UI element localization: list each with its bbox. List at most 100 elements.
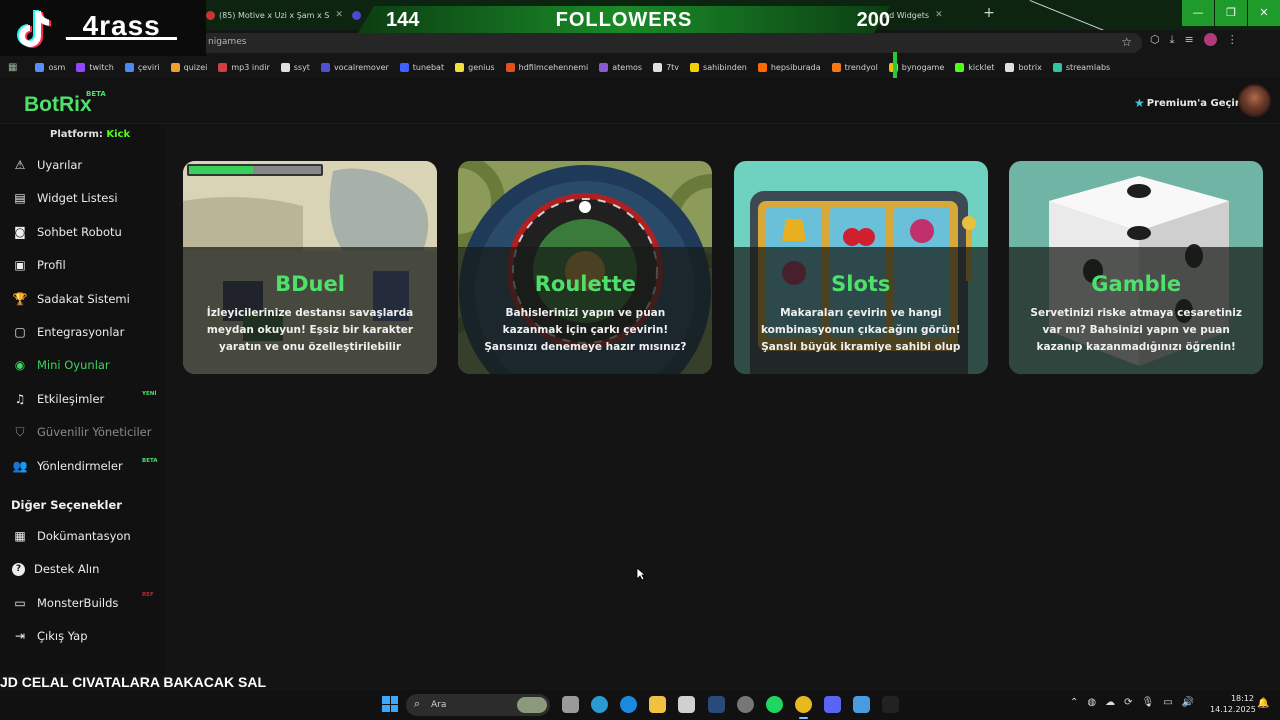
taskbar-search[interactable]: ⌕ Ara bbox=[406, 694, 550, 716]
sidebar-item[interactable]: 👥 Yönlendirmeler bbox=[12, 459, 123, 473]
user-avatar[interactable] bbox=[1238, 84, 1271, 117]
maximize-button[interactable]: ❐ bbox=[1215, 0, 1247, 26]
system-clock[interactable]: 18:12 14.12.2025 bbox=[1210, 693, 1256, 715]
network-app-icon[interactable] bbox=[853, 696, 870, 713]
bookmark-item[interactable]: genius bbox=[455, 62, 495, 72]
chrome-icon[interactable] bbox=[794, 696, 812, 719]
bookmark-item[interactable]: tunebat bbox=[399, 62, 444, 72]
store-icon[interactable] bbox=[678, 696, 696, 713]
bookmark-favicon-icon bbox=[170, 62, 180, 72]
tray-app-icon[interactable]: ◍ bbox=[1087, 697, 1096, 708]
sidebar-item[interactable]: ◉ Mini Oyunlar bbox=[12, 358, 110, 372]
steam-icon[interactable] bbox=[707, 696, 725, 713]
game-card-title: BDuel bbox=[275, 272, 345, 296]
bookmark-item[interactable]: hepsiburada bbox=[757, 62, 821, 72]
sync-icon[interactable]: ⟳ bbox=[1124, 697, 1132, 708]
sidebar-item-label: Uyarılar bbox=[37, 158, 83, 172]
cloud-icon[interactable]: ☁ bbox=[1105, 697, 1115, 708]
windows-start-icon[interactable] bbox=[382, 696, 398, 712]
sidebar-other-item[interactable]: ? Destek Alın bbox=[12, 562, 99, 576]
bookmark-favicon-icon bbox=[218, 62, 228, 72]
bookmark-item[interactable]: vocalremover bbox=[320, 62, 389, 72]
tab-close-icon[interactable]: ✕ bbox=[935, 10, 943, 20]
sidebar-other-item[interactable]: ▭ MonsterBuilds bbox=[12, 596, 118, 610]
epic-icon[interactable] bbox=[882, 696, 900, 713]
browser-globe-icon[interactable] bbox=[591, 696, 609, 713]
bookmark-favicon-icon bbox=[76, 62, 86, 72]
windows-taskbar: ⌕ Ara ⌃ ◍ ☁ ⟳ 🎙 ▭ 🔊 18:12 14.12.2025 🔔 bbox=[0, 690, 1280, 720]
bookmark-item[interactable]: streamlabs bbox=[1052, 62, 1110, 72]
bookmark-label: quizei bbox=[183, 62, 208, 72]
game-card[interactable]: Gamble Servetinizi riske atmaya cesaretin… bbox=[1009, 161, 1264, 374]
bookmark-item[interactable]: quizei bbox=[170, 62, 208, 72]
bookmark-item[interactable]: sahibinden bbox=[690, 62, 747, 72]
sidebar-item[interactable]: ▢ Entegrasyonlar bbox=[12, 325, 124, 339]
spotify-icon[interactable] bbox=[765, 696, 783, 713]
reading-list-icon[interactable]: ≡ bbox=[1184, 33, 1193, 47]
sidebar-other-item[interactable]: ▦ Dokümantasyon bbox=[12, 529, 130, 543]
bookmark-item[interactable]: hdfilmcehennemi bbox=[505, 62, 588, 72]
sidebar-item-label: Etkileşimler bbox=[37, 391, 105, 406]
game-card[interactable]: BDuel İzleyicilerinize destansı savaşlard… bbox=[183, 161, 437, 374]
bookmark-item[interactable]: bynogame bbox=[888, 62, 944, 72]
new-tab-button[interactable]: + bbox=[980, 4, 998, 22]
sidebar-item[interactable]: ⛉ Güvenilir Yöneticiler bbox=[12, 425, 151, 440]
sidebar-item-label: MonsterBuilds bbox=[37, 595, 119, 610]
mouse-cursor-icon bbox=[636, 567, 646, 581]
premium-link[interactable]: ★ Premium'a Geçin bbox=[1134, 96, 1242, 110]
edge-icon[interactable] bbox=[620, 696, 638, 713]
tab-close-icon[interactable]: ✕ bbox=[335, 10, 343, 20]
obs-icon[interactable] bbox=[736, 696, 754, 713]
bookmark-item[interactable]: ssyt bbox=[280, 62, 310, 72]
bookmark-star-icon[interactable]: ☆ bbox=[1121, 35, 1132, 49]
sidebar-item[interactable]: ⚠ Uyarılar bbox=[12, 158, 83, 172]
download-icon[interactable]: ⤓ bbox=[1170, 33, 1175, 47]
bookmark-favicon-icon bbox=[35, 62, 45, 72]
sidebar-item-label: Destek Alın bbox=[34, 562, 100, 577]
bookmark-item[interactable]: osm bbox=[35, 62, 65, 72]
bookmark-favicon-icon bbox=[280, 62, 290, 72]
music-icon: ♫ bbox=[14, 391, 26, 406]
bookmark-label: 7tv bbox=[666, 62, 680, 72]
menu-dots-icon[interactable]: ⋮ bbox=[1227, 33, 1238, 47]
close-window-button[interactable]: ✕ bbox=[1248, 0, 1280, 26]
sidebar-item[interactable]: 🏆 Sadakat Sistemi bbox=[12, 292, 130, 306]
explorer-icon[interactable] bbox=[649, 696, 667, 713]
network-icon[interactable]: ▭ bbox=[1163, 697, 1172, 708]
bookmark-item[interactable]: twitch bbox=[76, 62, 114, 72]
extensions-icon[interactable]: ⬡ bbox=[1150, 33, 1160, 47]
platform-name: Kick bbox=[106, 129, 131, 140]
microphone-icon[interactable]: 🎙 bbox=[1142, 697, 1155, 708]
omnibox[interactable]: nigames ☆ bbox=[198, 33, 1142, 53]
system-tray: ⌃ ◍ ☁ ⟳ 🎙 ▭ 🔊 bbox=[1070, 697, 1194, 708]
bookmark-item[interactable]: atemos bbox=[599, 62, 642, 72]
sidebar-item-label: Sadakat Sistemi bbox=[37, 291, 130, 306]
minimize-button[interactable]: — bbox=[1182, 0, 1214, 26]
brand-logo[interactable]: BotRix bbox=[24, 93, 92, 117]
profile-avatar-icon[interactable] bbox=[1203, 33, 1217, 46]
bookmark-item[interactable]: 7tv bbox=[653, 62, 680, 72]
browser-tab[interactable]: (85) Motive x Uzi x Şam x S ✕ bbox=[206, 4, 348, 26]
sidebar-other-item[interactable]: ⇥ Çıkış Yap bbox=[12, 629, 88, 643]
sidebar-item[interactable]: ▣ Profil bbox=[12, 258, 65, 272]
volume-icon[interactable]: 🔊 bbox=[1182, 697, 1194, 708]
bookmark-favicon-icon bbox=[1052, 62, 1062, 72]
bookmark-item[interactable]: mp3 indir bbox=[218, 62, 270, 72]
bookmark-item[interactable]: kicklet bbox=[955, 62, 994, 72]
apps-grid-icon[interactable]: ▦ bbox=[8, 62, 17, 73]
bookmark-item[interactable]: botrix bbox=[1005, 62, 1042, 72]
gamepad-icon: ◉ bbox=[14, 358, 26, 373]
sidebar-item[interactable]: ▤ Widget Listesi bbox=[12, 191, 117, 205]
bookmark-item[interactable]: çeviri bbox=[124, 62, 160, 72]
bookmark-label: trendyol bbox=[844, 62, 878, 72]
task-view-icon[interactable] bbox=[562, 696, 579, 713]
sidebar-item[interactable]: ◙ Sohbet Robotu bbox=[12, 225, 122, 239]
discord-icon[interactable] bbox=[823, 696, 841, 713]
game-card[interactable]: Slots Makaraları çevirin ve hangi kombina… bbox=[733, 161, 988, 374]
bookmark-item[interactable]: trendyol bbox=[831, 62, 878, 72]
notification-bell-icon[interactable]: 🔔 bbox=[1257, 698, 1269, 709]
chevron-up-icon[interactable]: ⌃ bbox=[1070, 697, 1078, 708]
game-card[interactable]: Roulette Bahislerinizi yapın ve puan kaza… bbox=[458, 161, 713, 374]
sidebar: Platform: Kick ⚠ Uyarılar ▤ Widget Listesi ◙… bbox=[0, 124, 166, 674]
sidebar-item[interactable]: ♫ Etkileşimler bbox=[12, 391, 105, 406]
